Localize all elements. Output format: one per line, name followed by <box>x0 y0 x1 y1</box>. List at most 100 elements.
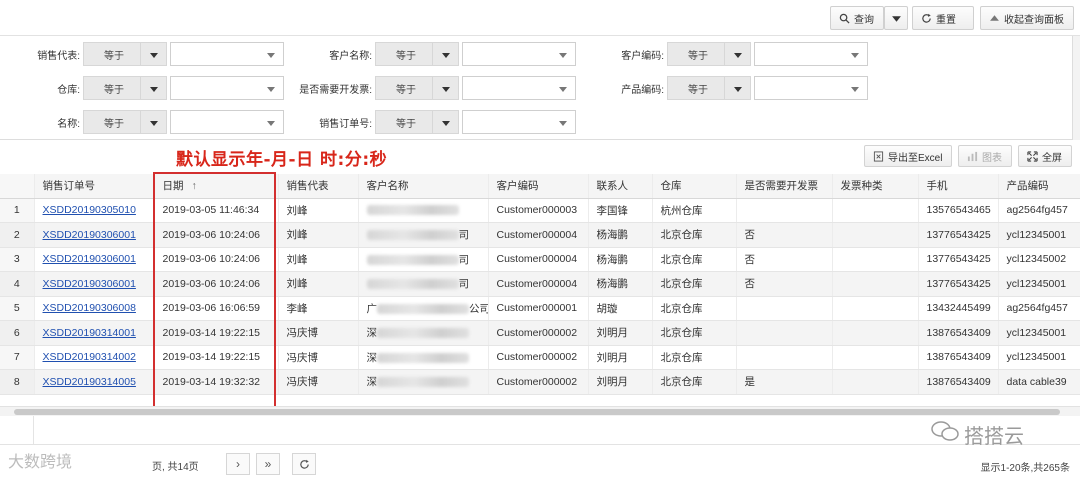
filter-value-select[interactable] <box>170 42 284 66</box>
filter-operator-select[interactable]: 等于 <box>375 76 433 100</box>
customer-code-cell: Customer000002 <box>488 345 589 370</box>
refresh-page-button[interactable] <box>292 453 316 475</box>
filter-label: 产品编码: <box>621 85 664 96</box>
product-code-cell: ycl12345001 <box>998 271 1080 297</box>
filter-value-select[interactable] <box>170 76 284 100</box>
customer-code-cell: Customer000001 <box>488 296 589 321</box>
column-header-order[interactable]: 销售订单号 <box>34 174 155 199</box>
table-row[interactable]: 6 XSDD20190314001 2019-03-14 19:22:15 冯庆博深 C… <box>0 320 1080 346</box>
query-dropdown-button[interactable] <box>884 6 908 30</box>
datetime-annotation: 默认显示年-月-日 时:分:秒 <box>176 150 388 170</box>
warehouse-cell: 北京仓库 <box>652 296 737 321</box>
column-header-phone[interactable]: 手机 <box>918 174 999 199</box>
column-header-date[interactable]: 日期 ↑ <box>154 174 279 199</box>
contact-cell: 刘明月 <box>588 320 653 346</box>
table-row[interactable]: 8 XSDD20190314005 2019-03-14 19:32:32 冯庆博深 C… <box>0 369 1080 395</box>
order-link[interactable]: XSDD20190314002 <box>43 351 136 363</box>
order-number-cell[interactable]: XSDD20190305010 <box>34 198 155 223</box>
filter-label: 客户名称: <box>329 51 372 62</box>
chart-button[interactable]: 图表 <box>958 145 1012 167</box>
filter-value-select[interactable] <box>462 110 576 134</box>
filter-panel-scrollbar[interactable] <box>1072 36 1080 140</box>
filter-operator-caret[interactable] <box>725 76 751 100</box>
order-link[interactable]: XSDD20190306001 <box>43 278 136 290</box>
phone-cell: 13432445499 <box>918 296 999 321</box>
invoice-needed-cell: 否 <box>736 222 833 248</box>
order-link[interactable]: XSDD20190305010 <box>43 204 136 216</box>
order-link[interactable]: XSDD20190314001 <box>43 327 136 339</box>
filter-operator-select[interactable]: 等于 <box>83 76 141 100</box>
order-link[interactable]: XSDD20190314005 <box>43 376 136 388</box>
invoice-needed-cell <box>736 296 833 321</box>
filter-label: 是否需要开发票: <box>299 85 372 96</box>
filter-operator-select[interactable]: 等于 <box>83 42 141 66</box>
order-number-cell[interactable]: XSDD20190306001 <box>34 247 155 272</box>
filter-operator-caret[interactable] <box>141 76 167 100</box>
column-header-rep[interactable]: 销售代表 <box>278 174 359 199</box>
filter-operator-caret[interactable] <box>141 110 167 134</box>
reset-button[interactable]: 重置 <box>912 6 974 30</box>
filter-value-select[interactable] <box>170 110 284 134</box>
table-row[interactable]: 4 XSDD20190306001 2019-03-06 10:24:06 刘峰 司 Cu… <box>0 271 1080 297</box>
last-page-button[interactable]: » <box>256 453 280 475</box>
table-row[interactable]: 5 XSDD20190306008 2019-03-06 16:06:59 李峰广 公司… <box>0 296 1080 321</box>
filter-value-select[interactable] <box>462 76 576 100</box>
table-row[interactable]: 2 XSDD20190306001 2019-03-06 10:24:06 刘峰 司 Cu… <box>0 222 1080 248</box>
table-row[interactable]: 3 XSDD20190306001 2019-03-06 10:24:06 刘峰 司 Cu… <box>0 247 1080 272</box>
filter-operator-select[interactable]: 等于 <box>667 42 725 66</box>
order-number-cell[interactable]: XSDD20190314005 <box>34 369 155 395</box>
filter-operator-caret[interactable] <box>725 42 751 66</box>
fullscreen-button[interactable]: 全屏 <box>1018 145 1072 167</box>
customer-name-cell <box>358 198 489 223</box>
order-number-cell[interactable]: XSDD20190306001 <box>34 271 155 297</box>
table-row[interactable]: 1 XSDD20190305010 2019-03-05 11:46:34 刘峰 Cus… <box>0 198 1080 223</box>
order-number-cell[interactable]: XSDD20190306008 <box>34 296 155 321</box>
grid-horizontal-scrollbar[interactable] <box>0 406 1080 416</box>
filter-value-select[interactable] <box>754 76 868 100</box>
phone-cell: 13876543409 <box>918 345 999 370</box>
column-header-product-code[interactable]: 产品编码 <box>998 174 1080 199</box>
phone-cell: 13576543465 <box>918 198 999 223</box>
phone-cell: 13876543409 <box>918 369 999 395</box>
order-number-cell[interactable]: XSDD20190306001 <box>34 222 155 248</box>
filter-value-select[interactable] <box>462 42 576 66</box>
query-button[interactable]: 查询 <box>830 6 884 30</box>
column-header-invoice-needed[interactable]: 是否需要开发票 <box>736 174 833 199</box>
filter-operator-caret[interactable] <box>433 42 459 66</box>
grid-header-row: 销售订单号 日期 ↑ 销售代表 客户名称 客户编码 联系人 仓库 是否需要开发票 … <box>0 174 1080 199</box>
invoice-type-cell <box>832 296 919 321</box>
filter-operator-select[interactable]: 等于 <box>667 76 725 100</box>
export-excel-button[interactable]: 导出至Excel <box>864 145 952 167</box>
warehouse-cell: 北京仓库 <box>652 222 737 248</box>
column-header-customer-code[interactable]: 客户编码 <box>488 174 589 199</box>
filter-operator-select[interactable]: 等于 <box>375 42 433 66</box>
invoice-needed-cell <box>736 198 833 223</box>
order-link[interactable]: XSDD20190306001 <box>43 229 136 241</box>
filter-operator-select[interactable]: 等于 <box>83 110 141 134</box>
order-number-cell[interactable]: XSDD20190314002 <box>34 345 155 370</box>
filter-operator-select[interactable]: 等于 <box>375 110 433 134</box>
filter-operator-caret[interactable] <box>141 42 167 66</box>
rep-cell: 刘峰 <box>278 198 359 223</box>
product-code-cell: ag2564fg457 <box>998 198 1080 223</box>
rep-cell: 刘峰 <box>278 271 359 297</box>
scrollbar-thumb[interactable] <box>14 409 1060 415</box>
order-link[interactable]: XSDD20190306001 <box>43 253 136 265</box>
invoice-type-cell <box>832 345 919 370</box>
filter-value-select[interactable] <box>754 42 868 66</box>
collapse-panel-button[interactable]: 收起查询面板 <box>980 6 1074 30</box>
invoice-needed-cell: 否 <box>736 247 833 272</box>
column-header-contact[interactable]: 联系人 <box>588 174 653 199</box>
column-header-invoice-type[interactable]: 发票种类 <box>832 174 919 199</box>
filter-operator-caret[interactable] <box>433 76 459 100</box>
order-link[interactable]: XSDD20190306008 <box>43 302 136 314</box>
next-page-button[interactable]: › <box>226 453 250 475</box>
customer-name-suffix: 司 <box>458 229 470 242</box>
table-row[interactable]: 7 XSDD20190314002 2019-03-14 19:22:15 冯庆博深 C… <box>0 345 1080 370</box>
order-number-cell[interactable]: XSDD20190314001 <box>34 320 155 346</box>
column-header-warehouse[interactable]: 仓库 <box>652 174 737 199</box>
column-header-customer-name[interactable]: 客户名称 <box>358 174 489 199</box>
filter-operator-caret[interactable] <box>433 110 459 134</box>
phone-cell: 13776543425 <box>918 222 999 248</box>
refresh-icon <box>922 13 931 23</box>
